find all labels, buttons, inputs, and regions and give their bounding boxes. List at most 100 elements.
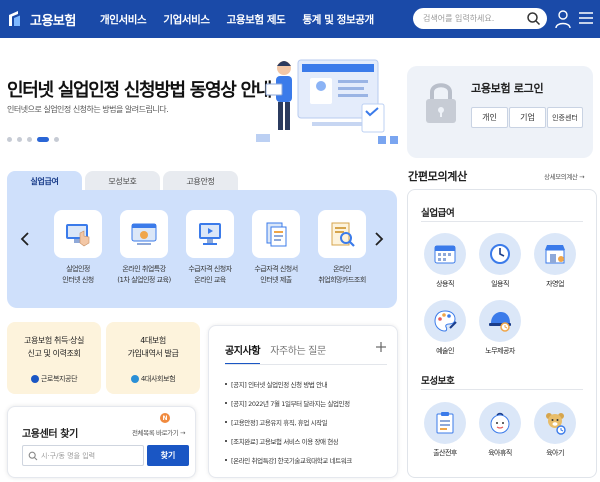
- chevron-left-icon[interactable]: [19, 231, 31, 247]
- notice-item-text: [온라인 취업특강] 한국기술교육대학교 네트워크: [231, 456, 352, 465]
- notice-item[interactable]: [공지] 인터넷 실업인정 신청 방법 안내: [225, 374, 385, 393]
- banner-illustration: [256, 59, 398, 144]
- service-item-online-lecture[interactable]: 온라인 취업특강 (1차 실업인정 교육): [111, 210, 177, 286]
- baby-icon: [479, 402, 521, 444]
- banner-dot[interactable]: [54, 137, 59, 142]
- search-icon[interactable]: [526, 11, 541, 26]
- banner-title[interactable]: 인터넷 실업인정 신청방법 동영상 안내: [7, 76, 272, 102]
- bullet-icon: [225, 420, 227, 423]
- document-submit-icon: [252, 210, 300, 258]
- info-card-insurance-history[interactable]: 고용보험 취득·상실 신고 및 이력조회 근로복지공단: [7, 322, 101, 394]
- notice-board: 공지사항 자주하는 질문 [공지] 인터넷 실업인정 신청 방법 안내 [공지]…: [208, 325, 398, 478]
- nav-business[interactable]: 기업서비스: [163, 12, 210, 27]
- nav-statistics[interactable]: 통계 및 정보공개: [302, 12, 374, 27]
- calc-item-labor-provider[interactable]: 노무제공자: [474, 300, 526, 356]
- hamburger-menu-icon[interactable]: [579, 11, 593, 25]
- video-edu-icon: [186, 210, 234, 258]
- login-cert-center-button[interactable]: 인증센터: [547, 107, 583, 128]
- notice-item[interactable]: [공지] 2022년 7월 1일부터 달라지는 실업인정: [225, 393, 385, 412]
- calc-item-daily[interactable]: 일용직: [474, 233, 526, 289]
- service-item-hope-card[interactable]: 온라인 취업희망카드조회: [309, 210, 375, 286]
- banner-dot-active[interactable]: [37, 137, 49, 142]
- calculator-detail-link-text: 상세모의계산: [544, 173, 578, 181]
- calc-item-regular[interactable]: 상용직: [419, 233, 471, 289]
- service-label: 수급자격 신청자 온라인 교육: [188, 265, 232, 284]
- logo-icon: [6, 9, 28, 29]
- nav-personal[interactable]: 개인서비스: [100, 12, 147, 27]
- service-label: 온라인 취업희망카드조회: [318, 265, 366, 284]
- calc-item-label: 출산전후: [433, 449, 457, 457]
- center-search-input[interactable]: [41, 449, 141, 463]
- calc-item-label: 상용직: [436, 280, 454, 288]
- service-item-qualification-education[interactable]: 수급자격 신청자 온라인 교육: [177, 210, 243, 286]
- four-insurance-logo-icon: [130, 375, 139, 383]
- login-card: 고용보험 로그인 개인 기업 인증센터: [407, 66, 593, 158]
- info-card-org: 근로복지공단: [7, 374, 101, 384]
- divider: [421, 221, 583, 222]
- info-card-org-name: 4대사회보험: [140, 375, 176, 383]
- notice-item-text: [고용안정] 고용유지 휴직, 휴업 시작일: [231, 418, 328, 427]
- calc-item-label: 노무제공자: [485, 347, 515, 355]
- service-label: 실업인정 인터넷 신청: [62, 265, 94, 284]
- online-lecture-icon: [120, 210, 168, 258]
- calendar-icon: [424, 233, 466, 275]
- divider: [225, 364, 387, 365]
- calc-item-label: 육아기: [546, 449, 564, 457]
- calc-item-label: 자영업: [546, 280, 564, 288]
- tab-unemployment[interactable]: 실업급여: [7, 171, 82, 191]
- center-search-box: [22, 445, 144, 466]
- center-search-button[interactable]: 찾기: [147, 445, 189, 466]
- notice-item[interactable]: [조치완료] 고용보험 서비스 이용 장애 현상: [225, 431, 385, 450]
- info-card-org-name: 근로복지공단: [40, 375, 78, 383]
- calc-item-maternity-leave[interactable]: 출산전후: [419, 402, 471, 458]
- arrow-right-icon: →: [179, 429, 185, 437]
- divider: [421, 389, 583, 390]
- calculator-detail-link[interactable]: 상세모의계산 →: [544, 171, 585, 181]
- notice-item[interactable]: [온라인 취업특강] 한국기술교육대학교 네트워크: [225, 450, 385, 469]
- store-icon: [534, 233, 576, 275]
- tab-notice[interactable]: 공지사항: [225, 342, 261, 365]
- notice-item-text: [조치완료] 고용보험 서비스 이용 장애 현상: [231, 437, 339, 446]
- arrow-right-icon: →: [579, 173, 585, 181]
- info-card-four-insurance[interactable]: 4대보험 가입내역서 발급 4대사회보험: [106, 322, 200, 394]
- calc-item-label: 일용직: [491, 280, 509, 288]
- palette-icon: [424, 300, 466, 342]
- login-title: 고용보험 로그인: [471, 82, 544, 95]
- service-item-application-submit[interactable]: 수급자격 신청서 인터넷 제출: [243, 210, 309, 286]
- banner-dot[interactable]: [27, 137, 32, 142]
- calc-item-self-employed[interactable]: 자영업: [529, 233, 581, 289]
- logo[interactable]: 고용보험: [6, 8, 76, 30]
- comwel-logo-icon: [30, 375, 39, 383]
- banner-dot[interactable]: [7, 137, 12, 142]
- login-buttons: 개인 기업 인증센터: [471, 107, 584, 128]
- center-list-link[interactable]: 전체목록 바로가기 →: [132, 427, 185, 437]
- login-business-button[interactable]: 기업: [509, 107, 546, 128]
- clipboard-icon: [424, 402, 466, 444]
- plus-icon[interactable]: [375, 341, 387, 353]
- banner-dot[interactable]: [17, 137, 22, 142]
- user-icon[interactable]: [555, 9, 571, 29]
- service-label: 온라인 취업특강 (1차 실업인정 교육): [117, 265, 171, 284]
- calc-item-childcare-period[interactable]: 육아기: [529, 402, 581, 458]
- service-item-unemployment-recognition[interactable]: 실업인정 인터넷 신청: [45, 210, 111, 286]
- notice-item[interactable]: [고용안정] 고용유지 휴직, 휴업 시작일: [225, 412, 385, 431]
- header: 고용보험 개인서비스 기업서비스 고용보험 제도 통계 및 정보공개: [0, 0, 600, 38]
- calculator-title: 간편모의계산: [408, 170, 467, 183]
- login-personal-button[interactable]: 개인: [471, 107, 508, 128]
- tab-maternity[interactable]: 모성보호: [85, 171, 160, 191]
- calc-item-artist[interactable]: 예술인: [419, 300, 471, 356]
- search-box: [413, 8, 547, 29]
- notice-list: [공지] 인터넷 실업인정 신청 방법 안내 [공지] 2022년 7월 1일부…: [225, 374, 385, 469]
- service-tabs: 실업급여 모성보호 고용안정: [7, 171, 397, 191]
- search-input[interactable]: [423, 11, 523, 26]
- calculator-section-title: 모성보호: [421, 376, 455, 387]
- nav-system[interactable]: 고용보험 제도: [227, 12, 286, 27]
- service-list: 실업인정 인터넷 신청 온라인 취업특강 (1차 실업인정 교육) 수급자격 신…: [45, 210, 375, 286]
- center-list-link-text: 전체목록 바로가기: [131, 429, 179, 437]
- tab-faq[interactable]: 자주하는 질문: [270, 342, 326, 365]
- calc-item-label: 예술인: [436, 347, 454, 355]
- calc-item-parental-leave[interactable]: 육아휴직: [474, 402, 526, 458]
- info-card-org: 4대사회보험: [106, 374, 200, 384]
- tab-employment-stability[interactable]: 고용안정: [163, 171, 238, 191]
- calculator-section-title: 실업급여: [421, 208, 455, 219]
